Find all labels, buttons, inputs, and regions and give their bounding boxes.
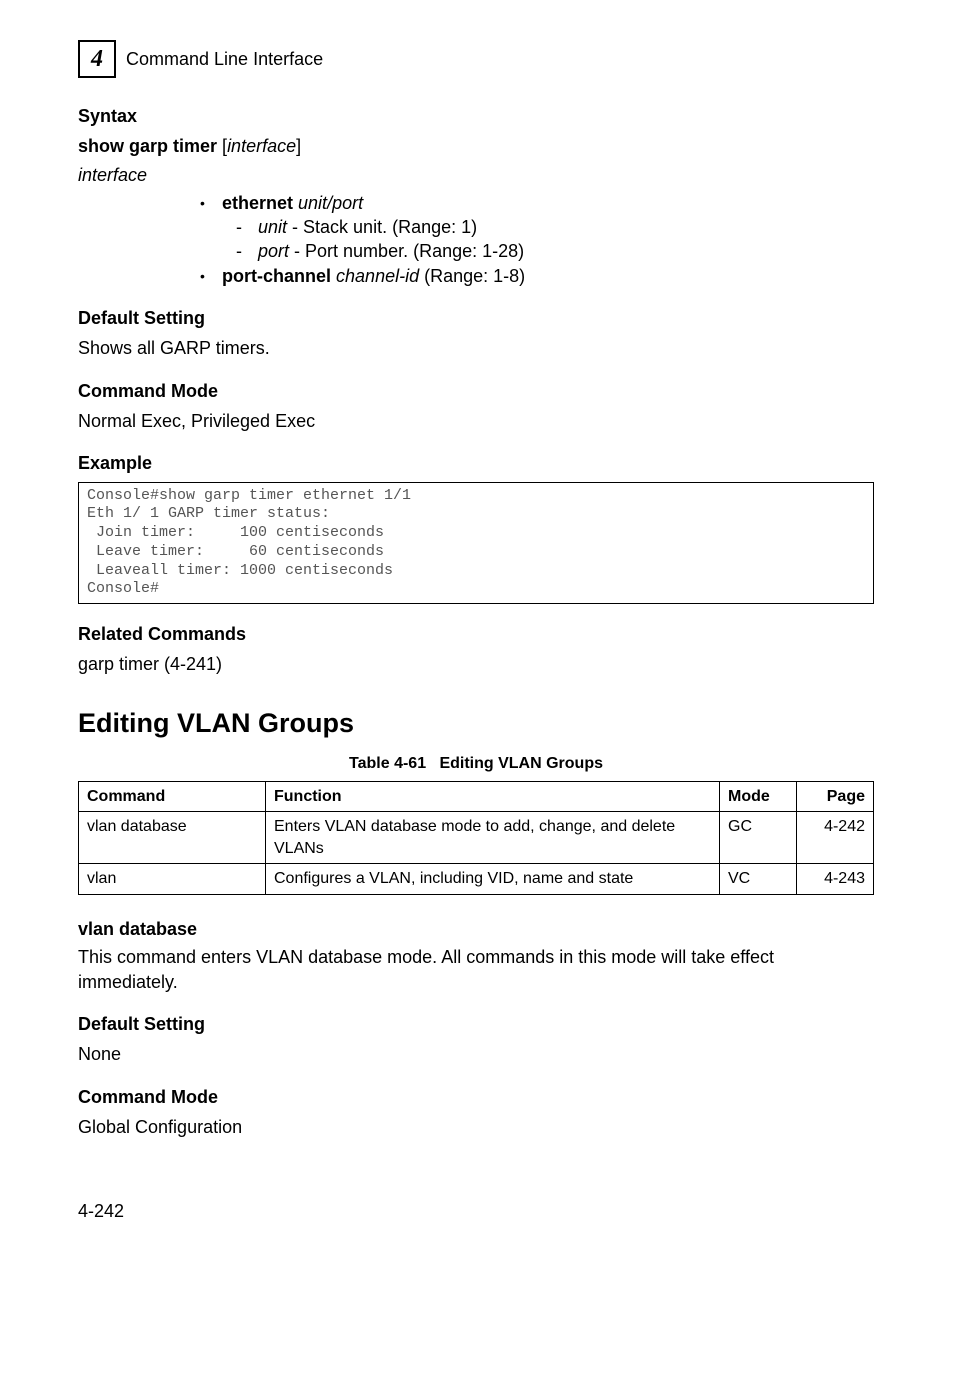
td-function: Configures a VLAN, including VID, name a… — [266, 864, 720, 895]
vlan-groups-table: Command Function Mode Page vlan database… — [78, 781, 874, 895]
table-title: Editing VLAN Groups — [439, 755, 603, 772]
interface-label: interface — [78, 163, 874, 187]
unit-line: unit - Stack unit. (Range: 1) — [258, 215, 477, 239]
chapter-title: Command Line Interface — [126, 47, 323, 71]
td-mode: GC — [720, 812, 797, 864]
bullet-icon: • — [200, 191, 222, 215]
th-command: Command — [79, 781, 266, 812]
unit-name: unit — [258, 217, 287, 237]
ethernet-keyword: ethernet — [222, 193, 293, 213]
portchannel-bullet: • port-channel channel-id (Range: 1-8) — [200, 264, 874, 288]
related-commands-text: garp timer (4-241) — [78, 652, 874, 676]
ethernet-port: port — [332, 193, 363, 213]
td-command: vlan database — [79, 812, 266, 864]
example-code: Console#show garp timer ethernet 1/1 Eth… — [78, 482, 874, 605]
td-page: 4-242 — [797, 812, 874, 864]
example-heading: Example — [78, 451, 874, 475]
th-function: Function — [266, 781, 720, 812]
table-number: Table 4-61 — [349, 755, 426, 772]
vlan-command-mode-heading: Command Mode — [78, 1085, 874, 1109]
table-row: vlan database Enters VLAN database mode … — [79, 812, 874, 864]
ethernet-line: ethernet unit/port — [222, 191, 363, 215]
section-title: Editing VLAN Groups — [78, 705, 874, 741]
portchannel-desc: (Range: 1-8) — [419, 266, 525, 286]
portchannel-keyword: port-channel — [222, 266, 331, 286]
chapter-header: 4 Command Line Interface — [78, 40, 874, 78]
vlan-database-desc: This command enters VLAN database mode. … — [78, 945, 874, 994]
td-command: vlan — [79, 864, 266, 895]
vlan-default-setting-text: None — [78, 1042, 874, 1066]
port-desc: - Port number. (Range: 1-28) — [289, 241, 524, 261]
command-mode-text: Normal Exec, Privileged Exec — [78, 409, 874, 433]
chapter-number-box: 4 — [78, 40, 116, 78]
syntax-command: show garp timer [interface] — [78, 134, 874, 158]
port-bullet: - port - Port number. (Range: 1-28) — [236, 239, 874, 263]
dash-icon: - — [236, 215, 258, 239]
chapter-number: 4 — [91, 43, 103, 75]
port-name: port — [258, 241, 289, 261]
vlan-command-mode-text: Global Configuration — [78, 1115, 874, 1139]
td-function: Enters VLAN database mode to add, change… — [266, 812, 720, 864]
command-mode-heading: Command Mode — [78, 379, 874, 403]
related-commands-heading: Related Commands — [78, 622, 874, 646]
table-caption: Table 4-61 Editing VLAN Groups — [78, 753, 874, 775]
syntax-cmd-name: show garp timer — [78, 136, 217, 156]
close-bracket: ] — [296, 136, 301, 156]
table-row: vlan Configures a VLAN, including VID, n… — [79, 864, 874, 895]
ethernet-bullet: • ethernet unit/port — [200, 191, 874, 215]
default-setting-text: Shows all GARP timers. — [78, 336, 874, 360]
page-number: 4-242 — [78, 1199, 874, 1223]
table-header-row: Command Function Mode Page — [79, 781, 874, 812]
syntax-heading: Syntax — [78, 104, 874, 128]
vlan-database-heading: vlan database — [78, 917, 874, 941]
portchannel-line: port-channel channel-id (Range: 1-8) — [222, 264, 525, 288]
dash-icon: - — [236, 239, 258, 263]
vlan-default-setting-heading: Default Setting — [78, 1012, 874, 1036]
th-mode: Mode — [720, 781, 797, 812]
unit-desc: - Stack unit. (Range: 1) — [287, 217, 477, 237]
ethernet-unit: unit — [298, 193, 327, 213]
portchannel-arg: channel-id — [336, 266, 419, 286]
td-mode: VC — [720, 864, 797, 895]
unit-bullet: - unit - Stack unit. (Range: 1) — [236, 215, 874, 239]
port-line: port - Port number. (Range: 1-28) — [258, 239, 524, 263]
syntax-arg: interface — [227, 136, 296, 156]
bullet-icon: • — [200, 264, 222, 288]
td-page: 4-243 — [797, 864, 874, 895]
default-setting-heading: Default Setting — [78, 306, 874, 330]
th-page: Page — [797, 781, 874, 812]
